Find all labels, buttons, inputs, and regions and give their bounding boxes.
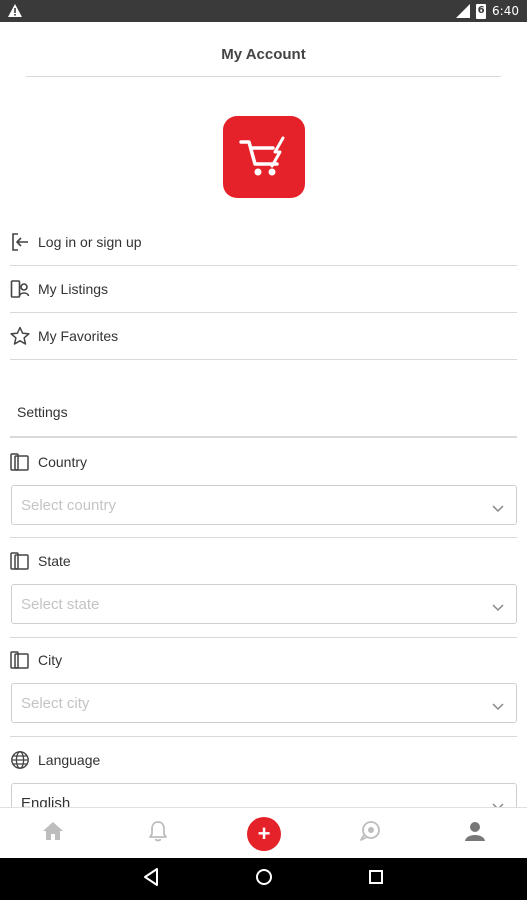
- warning-icon: [8, 4, 22, 22]
- login-icon: [10, 232, 38, 252]
- state-select[interactable]: Select state: [11, 584, 517, 624]
- page-header: My Account: [0, 22, 527, 78]
- battery-level: 6: [477, 4, 485, 16]
- tab-profile[interactable]: [445, 808, 505, 859]
- system-nav-bar: [0, 858, 527, 900]
- city-label: City: [38, 652, 63, 668]
- battery-icon: 6: [476, 3, 487, 19]
- devices-icon: [10, 651, 38, 669]
- tab-chat[interactable]: [340, 808, 400, 859]
- listings-icon: [10, 279, 38, 299]
- profile-icon: [464, 820, 486, 847]
- clock: 6:40: [492, 4, 519, 18]
- menu-item-label: Log in or sign up: [38, 234, 142, 250]
- home-icon: [42, 821, 64, 846]
- tab-home[interactable]: [23, 808, 83, 859]
- country-label: Country: [38, 454, 88, 470]
- state-divider: [10, 637, 517, 638]
- globe-icon: [10, 750, 38, 770]
- chat-icon: [358, 820, 382, 847]
- city-select[interactable]: Select city: [11, 683, 517, 723]
- recents-square-icon: [368, 869, 384, 890]
- country-placeholder: Select country: [21, 497, 117, 514]
- back-button[interactable]: [126, 858, 176, 900]
- devices-icon: [10, 453, 38, 471]
- recents-button[interactable]: [351, 858, 401, 900]
- home-circle-icon: [255, 868, 273, 891]
- country-select[interactable]: Select country: [11, 485, 517, 525]
- home-button[interactable]: [239, 858, 289, 900]
- chevron-down-icon: [492, 500, 504, 518]
- bottom-tab-bar: +: [0, 807, 527, 858]
- city-placeholder: Select city: [21, 695, 90, 712]
- devices-icon: [10, 552, 38, 570]
- tab-add-listing[interactable]: +: [234, 808, 294, 859]
- language-label-row: Language: [10, 750, 100, 770]
- state-placeholder: Select state: [21, 596, 100, 613]
- status-bar: 6 6:40: [0, 0, 527, 22]
- bell-icon: [148, 820, 168, 847]
- page-title: My Account: [221, 46, 306, 63]
- state-label-row: State: [10, 551, 71, 571]
- language-label: Language: [38, 752, 101, 768]
- account-menu: Log in or sign up My Listings My Favorit…: [10, 219, 517, 360]
- tab-notifications[interactable]: [128, 808, 188, 859]
- header-divider: [26, 76, 501, 77]
- country-divider: [10, 537, 517, 538]
- state-label: State: [38, 553, 71, 569]
- settings-heading: Settings: [17, 404, 68, 420]
- shopping-cart-icon: [239, 136, 285, 176]
- menu-item-label: My Listings: [38, 281, 109, 297]
- city-divider: [10, 736, 517, 737]
- add-icon: +: [247, 816, 281, 851]
- star-icon: [10, 326, 38, 346]
- country-label-row: Country: [10, 452, 87, 472]
- menu-item-label: My Favorites: [38, 328, 119, 344]
- chevron-down-icon: [492, 599, 504, 617]
- app-logo: [223, 116, 305, 198]
- my-listings-item[interactable]: My Listings: [10, 266, 517, 313]
- my-favorites-item[interactable]: My Favorites: [10, 313, 517, 360]
- login-signup-item[interactable]: Log in or sign up: [10, 219, 517, 266]
- back-triangle-icon: [143, 867, 159, 891]
- settings-divider: [10, 436, 517, 438]
- chevron-down-icon: [492, 698, 504, 716]
- signal-icon: [456, 4, 471, 18]
- city-label-row: City: [10, 650, 62, 670]
